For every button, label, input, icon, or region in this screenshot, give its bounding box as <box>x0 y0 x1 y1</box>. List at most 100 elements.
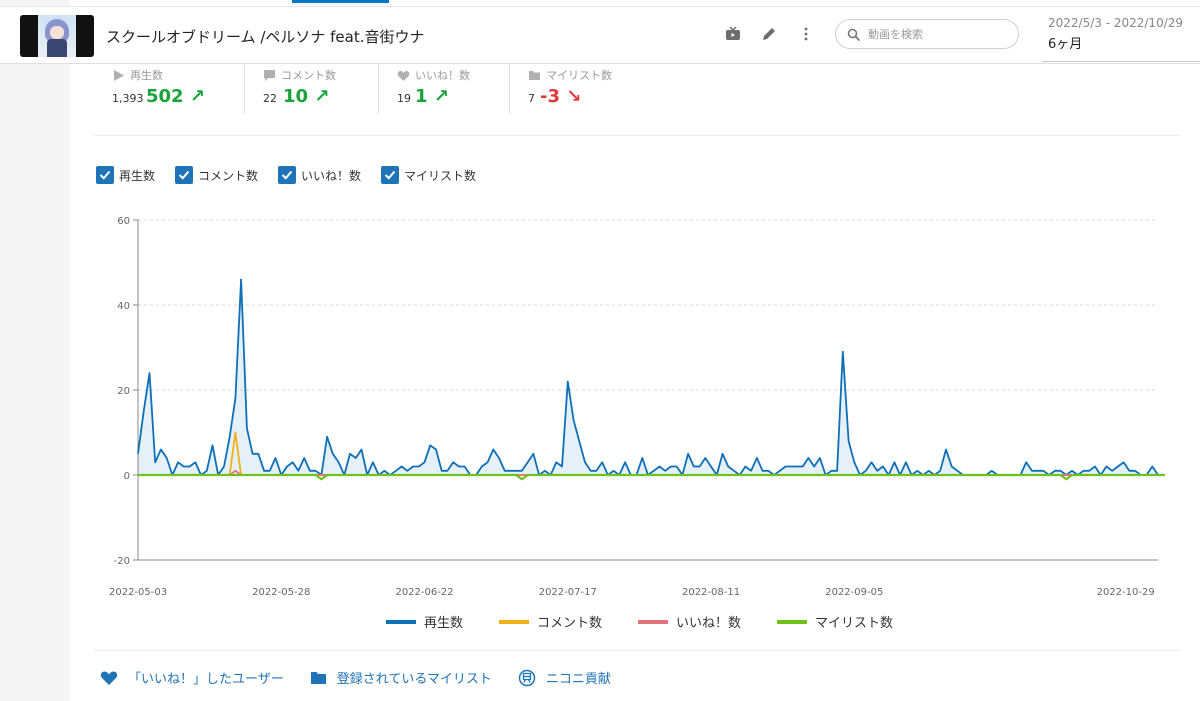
filter-mylists[interactable]: マイリスト数 <box>381 165 476 185</box>
filter-views-label: 再生数 <box>119 168 156 183</box>
legend-mylists[interactable]: マイリスト数 <box>777 612 893 631</box>
legend-views[interactable]: 再生数 <box>386 612 463 631</box>
trend-chart[interactable]: 60 40 20 0 -20 2022-05-03 2022-05-28 2022-06-22… <box>95 205 1165 600</box>
checkbox-comments[interactable] <box>175 166 194 184</box>
filter-comments-label: コメント数 <box>198 168 259 183</box>
legend-swatch-mylists <box>777 619 808 624</box>
checkbox-likes[interactable] <box>278 166 297 184</box>
y-tick-label: -20 <box>114 556 130 567</box>
stat-mylists-label-text: マイリスト数 <box>546 69 612 82</box>
legend-likes[interactable]: いいね！数 <box>638 612 741 631</box>
stat-likes-delta: 1 ↗ <box>415 86 449 107</box>
chart-legend: 再生数 コメント数 いいね！数 マイリスト数 <box>386 612 929 631</box>
period-text: 6ヶ月 <box>1048 37 1083 52</box>
x-tick-label: 2022-09-05 <box>825 587 883 598</box>
page-header: スクールオブドリーム /ペルソナ feat.音街ウナ 2022/5/3 - 20… <box>0 7 1200 64</box>
filter-mylists-label: マイリスト数 <box>404 168 477 183</box>
stat-likes-delta-value: 1 <box>415 86 428 107</box>
comment-icon <box>264 69 275 81</box>
arrow-up-right-icon: ↗ <box>314 86 330 107</box>
legend-mylists-label: マイリスト数 <box>815 616 894 631</box>
mylists-link-label: 登録されているマイリスト <box>336 672 492 687</box>
checkbox-mylists[interactable] <box>381 166 400 184</box>
x-tick-label: 2022-07-17 <box>539 587 597 598</box>
stat-likes: いいね！数 19 1 ↗ <box>379 64 510 114</box>
arrow-up-right-icon: ↗ <box>433 86 449 107</box>
check-icon <box>178 170 190 180</box>
y-tick-label: 0 <box>124 471 130 482</box>
stat-mylists-delta-value: -3 <box>540 86 560 107</box>
stat-mylists-delta: -3 ↘ <box>540 86 581 107</box>
stat-mylists: マイリスト数 7 -3 ↘ <box>510 64 670 114</box>
folder-icon <box>310 672 326 684</box>
play-icon <box>114 69 124 81</box>
filter-likes-label: いいね！数 <box>301 168 362 183</box>
stat-comments-total: 22 <box>263 92 277 105</box>
thumbnail-character-face <box>50 26 64 39</box>
legend-swatch-comments <box>499 619 530 624</box>
video-search[interactable] <box>835 19 1019 49</box>
thumbnail-character-body <box>47 39 67 57</box>
check-icon <box>384 170 396 180</box>
legend-swatch-likes <box>638 619 669 624</box>
x-tick-label: 2022-05-28 <box>252 587 310 598</box>
check-icon <box>99 170 111 180</box>
stat-likes-label-text: いいね！数 <box>415 69 470 82</box>
tv-icon[interactable] <box>724 25 742 43</box>
stat-views-delta-value: 502 <box>146 86 184 107</box>
stat-likes-total: 19 <box>397 92 411 105</box>
series-filter-checkboxes: 再生数 コメント数 いいね！数 マイリスト数 <box>96 165 496 185</box>
check-icon <box>281 170 293 180</box>
search-input[interactable] <box>868 25 1008 43</box>
y-tick-label: 60 <box>117 216 130 227</box>
y-tick-label: 20 <box>117 386 130 397</box>
contribution-link-label: ニコニ貢献 <box>545 672 611 687</box>
x-tick-label: 2022-05-03 <box>109 587 167 598</box>
arrow-down-right-icon: ↘ <box>566 86 582 107</box>
pencil-icon[interactable] <box>760 25 778 43</box>
video-title: スクールオブドリーム /ペルソナ feat.音街ウナ <box>106 28 425 46</box>
legend-views-label: 再生数 <box>424 616 464 631</box>
stat-views-total: 1,393 <box>112 92 144 105</box>
mylists-link[interactable]: 登録されているマイリスト <box>310 668 492 687</box>
left-gutter <box>0 0 70 701</box>
filter-comments[interactable]: コメント数 <box>175 165 258 185</box>
x-tick-label: 2022-10-29 <box>1097 587 1155 598</box>
stat-views-label-text: 再生数 <box>130 69 163 82</box>
stat-views-label: 再生数 <box>112 67 163 83</box>
liked-users-link[interactable]: 「いいね！」したユーザー <box>100 668 284 687</box>
stat-comments: コメント数 22 10 ↗ <box>245 64 379 114</box>
heart-icon <box>100 671 118 685</box>
filter-views[interactable]: 再生数 <box>96 165 155 185</box>
folder-icon <box>529 70 540 80</box>
arrow-up-right-icon: ↗ <box>189 86 205 107</box>
date-range-selector[interactable]: 2022/5/3 - 2022/10/29 6ヶ月 <box>1042 14 1200 62</box>
legend-comments[interactable]: コメント数 <box>499 612 602 631</box>
x-tick-label: 2022-08-11 <box>682 587 740 598</box>
stat-views: 再生数 1,393 502 ↗ <box>94 64 245 114</box>
stat-comments-delta: 10 ↗ <box>283 86 329 107</box>
stat-comments-delta-value: 10 <box>283 86 309 107</box>
legend-swatch-views <box>386 619 416 624</box>
related-links: 「いいね！」したユーザー 登録されているマイリスト ニコニ貢献 <box>100 668 637 687</box>
heart-icon <box>397 70 410 81</box>
stat-likes-label: いいね！数 <box>397 67 470 83</box>
legend-likes-label: いいね！数 <box>676 616 742 631</box>
checkbox-views[interactable] <box>96 166 114 184</box>
more-vertical-icon[interactable] <box>797 25 815 43</box>
x-tick-label: 2022-06-22 <box>395 587 453 598</box>
date-range-text: 2022/5/3 - 2022/10/29 <box>1048 16 1184 30</box>
legend-comments-label: コメント数 <box>537 616 603 631</box>
stat-mylists-label: マイリスト数 <box>528 67 612 83</box>
series-line-4 <box>138 473 1165 481</box>
stat-mylists-total: 7 <box>528 92 535 105</box>
filter-likes[interactable]: いいね！数 <box>278 165 361 185</box>
stat-views-delta: 502 ↗ <box>146 86 205 107</box>
stat-comments-label-text: コメント数 <box>281 69 336 82</box>
stat-comments-label: コメント数 <box>263 67 336 83</box>
search-icon <box>847 27 861 42</box>
video-thumbnail[interactable] <box>20 15 94 57</box>
contribution-link[interactable]: ニコニ貢献 <box>518 668 611 687</box>
series-line-1 <box>137 278 1159 476</box>
y-tick-label: 40 <box>117 301 130 312</box>
